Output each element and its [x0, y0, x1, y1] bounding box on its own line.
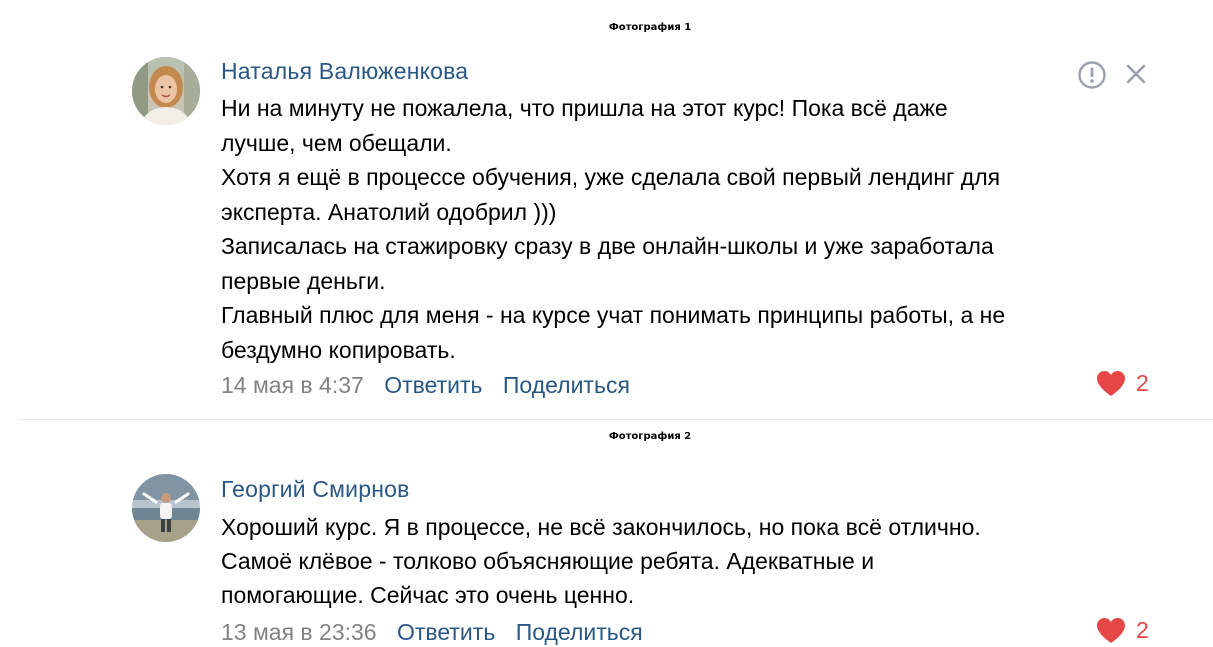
divider	[18, 419, 1213, 420]
close-icon[interactable]	[1124, 62, 1148, 86]
like-count: 2	[1136, 370, 1149, 396]
avatar-image	[132, 474, 200, 542]
share-button[interactable]: Поделиться	[516, 619, 643, 645]
like-button[interactable]: 2	[1096, 617, 1149, 644]
comment-text-line: первые деньги.	[221, 267, 386, 294]
report-icon[interactable]	[1077, 60, 1107, 90]
comment-text: Ни на минуту не пожалела, что пришла на …	[221, 91, 1166, 367]
reply-button[interactable]: Ответить	[397, 619, 495, 645]
heart-icon	[1097, 618, 1125, 643]
comment-text-line: Ни на минуту не пожалела, что пришла на …	[221, 95, 948, 121]
comment-text-line: Самоё клёвое - толково объясняющие ребят…	[221, 548, 875, 574]
reply-button[interactable]: Ответить	[384, 372, 482, 398]
comment-author[interactable]: Наталья Валюженкова	[221, 58, 468, 85]
comment-text-line: эксперта. Анатолий одобрил )))	[221, 198, 557, 225]
comment-text-line: Главный плюс для меня - на курсе учат по…	[221, 302, 1006, 328]
comment-meta: 14 мая в 4:37 Ответить Поделиться	[221, 372, 630, 399]
comment-text-line: Записалась на стажировку сразу в две онл…	[221, 233, 994, 259]
comment-text: Хороший курс. Я в процессе, не всё закон…	[221, 510, 1166, 612]
comment-text-line: Хотя я ещё в процессе обучения, уже сдел…	[221, 164, 1001, 190]
comment-meta: 13 мая в 23:36 Ответить Поделиться	[221, 619, 643, 646]
comment-date[interactable]: 14 мая в 4:37	[221, 372, 364, 398]
avatar[interactable]	[132, 57, 200, 125]
comment-author[interactable]: Георгий Смирнов	[221, 476, 410, 503]
like-button[interactable]: 2	[1096, 370, 1149, 397]
avatar-image	[132, 57, 200, 125]
comment-text-line: бездумно копировать.	[221, 336, 456, 363]
like-count: 2	[1136, 617, 1149, 643]
photo-caption-1: Фотография 1	[608, 22, 692, 33]
comment-text-line: Хороший курс. Я в процессе, не всё закон…	[221, 514, 981, 540]
share-button[interactable]: Поделиться	[503, 372, 630, 398]
comment-text-line: помогающие. Сейчас это очень ценно.	[221, 582, 635, 608]
comment-date[interactable]: 13 мая в 23:36	[221, 619, 377, 645]
comment-text-line: лучше, чем обещали.	[221, 129, 452, 156]
photo-caption-2: Фотография 2	[608, 431, 692, 442]
avatar[interactable]	[132, 474, 200, 542]
heart-icon	[1097, 371, 1125, 396]
